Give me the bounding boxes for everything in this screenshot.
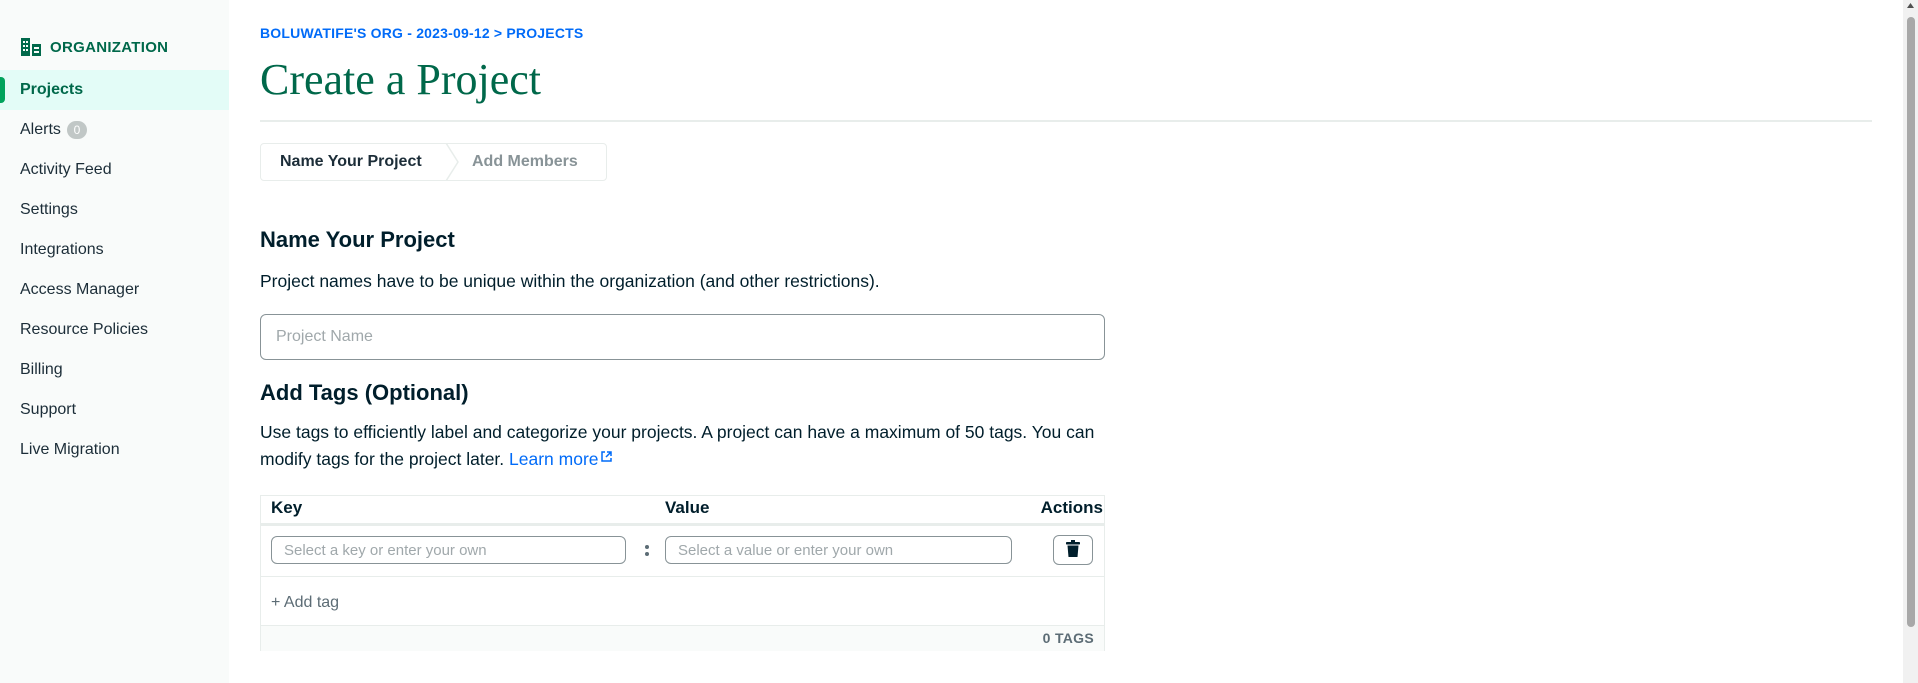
project-name-input[interactable] (260, 314, 1105, 360)
table-header-divider (261, 523, 1104, 526)
tag-count: 0 TAGS (1042, 630, 1094, 646)
scrollbar-thumb[interactable] (1907, 17, 1915, 627)
sidebar-item-label: Integrations (20, 241, 104, 258)
sidebar-item-settings[interactable]: Settings (0, 190, 229, 230)
organization-building-icon (21, 38, 41, 56)
sidebar-item-label: Activity Feed (20, 161, 112, 178)
sidebar-item-projects[interactable]: Projects (0, 70, 229, 110)
tag-key-input[interactable] (271, 536, 626, 564)
sidebar-item-label: Support (20, 401, 77, 418)
step-add-members[interactable]: Add Members (472, 144, 578, 180)
trash-icon (1066, 539, 1080, 557)
row-divider (261, 576, 1104, 577)
tags-table: Key Value Actions + Add tag 0 TAGS (260, 495, 1105, 651)
sidebar-item-support[interactable]: Support (0, 390, 229, 430)
tag-value-input[interactable] (665, 536, 1012, 564)
sidebar-item-label: Billing (20, 361, 63, 378)
key-value-separator-icon (644, 541, 650, 561)
tags-description-text: Use tags to efficiently label and catego… (260, 422, 1095, 469)
sidebar-item-live-migration[interactable]: Live Migration (0, 430, 229, 470)
main-content: BOLUWATIFE'S ORG - 2023-09-12 > PROJECTS… (260, 0, 1872, 683)
sidebar: ORGANIZATION Projects Alerts 0 Activity … (0, 0, 229, 683)
title-divider (260, 120, 1872, 122)
sidebar-item-resource-policies[interactable]: Resource Policies (0, 310, 229, 350)
sidebar-item-label: Settings (20, 201, 78, 218)
organization-label: ORGANIZATION (50, 38, 169, 56)
page-title: Create a Project (260, 55, 541, 104)
delete-tag-button[interactable] (1053, 535, 1093, 565)
step-separator-icon (445, 144, 459, 180)
external-link-icon (600, 451, 612, 462)
sidebar-item-label: Live Migration (20, 441, 120, 458)
tags-table-footer: 0 TAGS (261, 625, 1104, 651)
learn-more-link[interactable]: Learn more (509, 449, 612, 469)
sidebar-item-label: Resource Policies (20, 321, 149, 338)
sidebar-item-label: Alerts (20, 121, 61, 138)
column-header-actions: Actions (1040, 498, 1103, 517)
sidebar-item-activity-feed[interactable]: Activity Feed (0, 150, 229, 190)
name-section-description: Project names have to be unique within t… (260, 271, 880, 291)
sidebar-item-integrations[interactable]: Integrations (0, 230, 229, 270)
column-header-value: Value (665, 498, 710, 517)
learn-more-label: Learn more (509, 449, 599, 469)
alerts-count-badge: 0 (66, 121, 87, 139)
sidebar-item-label: Access Manager (20, 281, 140, 298)
organization-heading[interactable]: ORGANIZATION (20, 36, 168, 58)
scroll-up-arrow-icon[interactable] (1906, 2, 1915, 9)
step-name-your-project[interactable]: Name Your Project (280, 144, 422, 180)
add-tag-button[interactable]: + Add tag (271, 594, 339, 612)
name-section-heading: Name Your Project (260, 227, 455, 252)
vertical-scrollbar[interactable] (1903, 0, 1918, 683)
sidebar-item-billing[interactable]: Billing (0, 350, 229, 390)
wizard-stepper: Name Your Project Add Members (260, 143, 607, 181)
breadcrumb[interactable]: BOLUWATIFE'S ORG - 2023-09-12 > PROJECTS (260, 25, 583, 41)
tags-section-description: Use tags to efficiently label and catego… (260, 419, 1110, 473)
sidebar-item-alerts[interactable]: Alerts 0 (0, 110, 229, 150)
tags-section-heading: Add Tags (Optional) (260, 380, 469, 405)
sidebar-item-label: Projects (20, 81, 84, 98)
column-header-key: Key (271, 498, 303, 517)
sidebar-item-access-manager[interactable]: Access Manager (0, 270, 229, 310)
